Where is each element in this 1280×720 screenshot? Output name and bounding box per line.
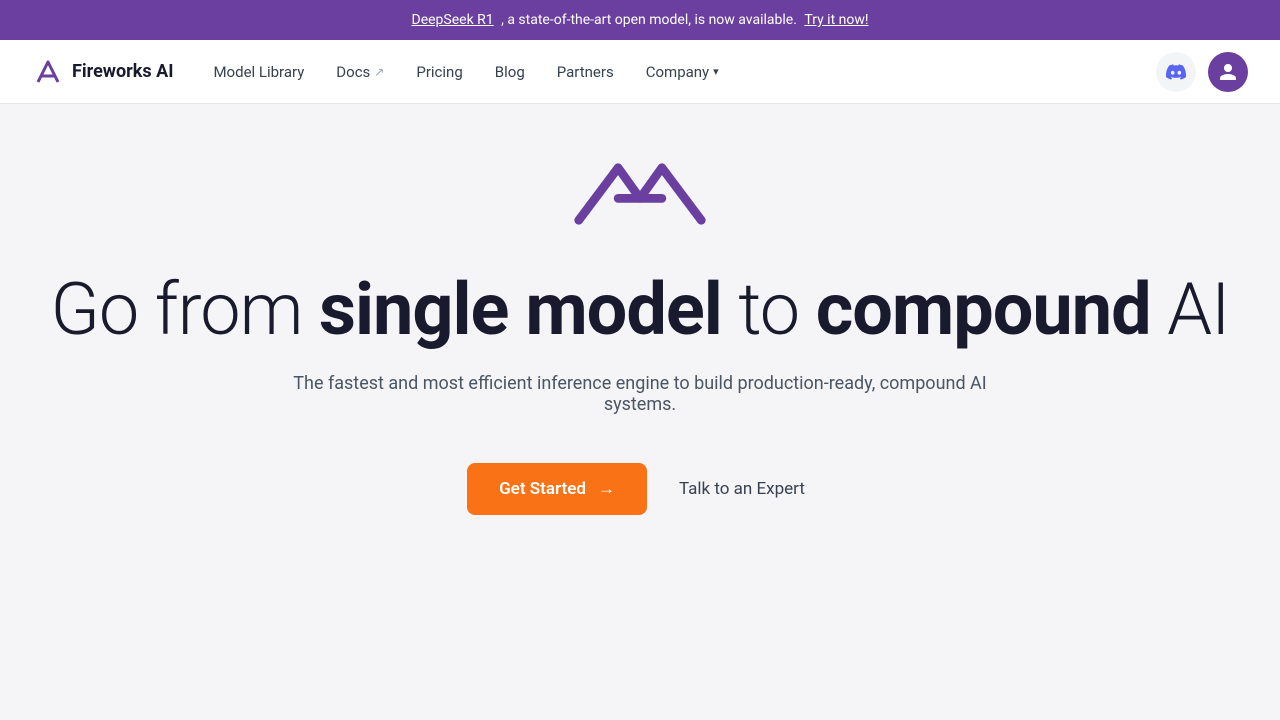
user-button[interactable] (1208, 52, 1248, 92)
logo-text: Fireworks AI (72, 61, 173, 82)
hero-logo-svg (570, 154, 710, 234)
hero-title-part3: AI (1151, 267, 1230, 352)
nav-company[interactable]: Company ▾ (646, 63, 719, 81)
hero-title: Go from single model to compound AI (51, 270, 1230, 349)
hero-title-part2: to (722, 267, 816, 352)
hero-title-part1: Go from (51, 267, 319, 352)
hero-subtitle: The fastest and most efficient inference… (290, 373, 990, 415)
hero-title-bold1: single model (319, 267, 722, 352)
hero-title-bold2: compound (816, 267, 1151, 352)
deepseek-link[interactable]: DeepSeek R1 (412, 12, 494, 28)
announcement-banner: DeepSeek R1 , a state-of-the-art open mo… (0, 0, 1280, 40)
nav-partners[interactable]: Partners (557, 63, 614, 81)
nav-right (1156, 52, 1248, 92)
nav-links: Model Library Docs ↗ Pricing Blog Partne… (213, 63, 1156, 81)
try-now-link[interactable]: Try it now! (804, 12, 868, 28)
user-icon (1218, 62, 1238, 82)
get-started-button[interactable]: Get Started → (467, 463, 647, 515)
hero-logo (570, 154, 710, 238)
discord-icon (1166, 62, 1186, 82)
logo[interactable]: Fireworks AI (32, 56, 173, 88)
cta-buttons: Get Started → Talk to an Expert (467, 463, 813, 515)
nav-blog[interactable]: Blog (495, 63, 525, 81)
nav-model-library[interactable]: Model Library (213, 63, 304, 81)
nav-docs[interactable]: Docs ↗ (336, 63, 384, 81)
external-link-icon: ↗ (374, 65, 384, 79)
nav-pricing[interactable]: Pricing (416, 63, 462, 81)
navbar: Fireworks AI Model Library Docs ↗ Pricin… (0, 40, 1280, 104)
chevron-down-icon: ▾ (713, 65, 719, 78)
talk-to-expert-button[interactable]: Talk to an Expert (671, 463, 813, 515)
arrow-right-icon: → (598, 479, 615, 499)
hero-section: Go from single model to compound AI The … (0, 104, 1280, 720)
discord-button[interactable] (1156, 52, 1196, 92)
logo-icon (32, 56, 64, 88)
